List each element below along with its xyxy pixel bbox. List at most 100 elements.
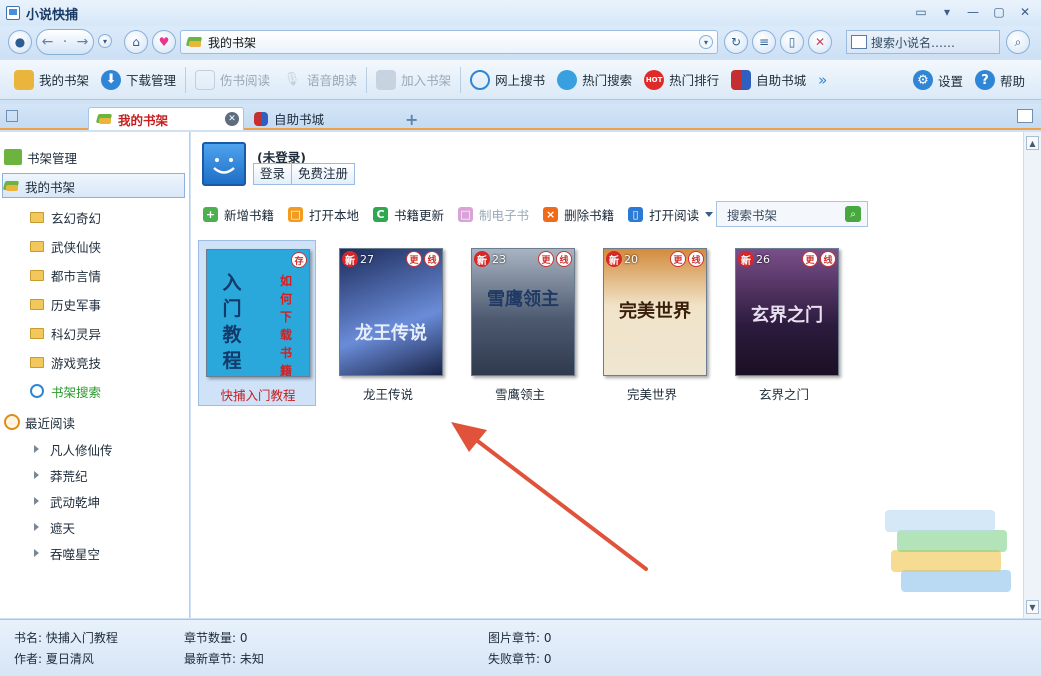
sidebar-label: 游戏竞技 xyxy=(51,355,102,371)
status-value: 夏日清风 xyxy=(45,652,94,666)
make-ebook-button[interactable]: □ 制电子书 xyxy=(458,205,529,224)
help-button[interactable]: ? 帮助 xyxy=(969,65,1031,95)
toolbar-hot-ranking[interactable]: HOT 热门排行 xyxy=(638,65,725,95)
scroll-up-icon[interactable]: ▲ xyxy=(1026,136,1039,150)
history-dropdown-icon[interactable]: ▾ xyxy=(98,34,112,48)
sidebar-label: 我的书架 xyxy=(25,179,76,195)
tab-my-shelf[interactable]: 我的书架 ✕ xyxy=(88,107,244,130)
expand-icon[interactable] xyxy=(34,497,39,505)
open-file-icon: □ xyxy=(288,206,304,222)
novel-search-input[interactable]: 搜索小说名…… xyxy=(871,34,955,51)
cover-char: 门 xyxy=(222,298,242,320)
toolbar-online-search[interactable]: 网上搜书 xyxy=(464,65,551,95)
feedback-icon[interactable]: ▭ xyxy=(913,4,929,20)
back-icon[interactable]: ← xyxy=(42,34,54,50)
sidebar-recent[interactable]: 最近阅读 xyxy=(4,410,75,434)
toolbar-add-to-shelf[interactable]: 加入书架 xyxy=(370,65,457,95)
sidebar-toggle-icon[interactable] xyxy=(6,110,18,122)
close-icon[interactable]: ✕ xyxy=(1017,4,1033,20)
window-layout-icon[interactable] xyxy=(1017,109,1033,123)
novel-search-box[interactable]: 搜索小说名…… xyxy=(846,30,1000,54)
settings-icon: ⚙ xyxy=(912,70,933,90)
recent-book[interactable]: 武动乾坤 xyxy=(34,489,100,513)
user-icon[interactable]: ● xyxy=(8,30,32,54)
vertical-scrollbar[interactable]: ▲ ▼ xyxy=(1023,132,1041,618)
toolbar-hot-search[interactable]: 热门搜索 xyxy=(551,65,638,95)
delete-book-button[interactable]: × 删除书籍 xyxy=(543,205,614,224)
favorite-icon[interactable]: ♥ xyxy=(152,30,176,54)
maximize-icon[interactable]: ▢ xyxy=(991,4,1007,20)
sidebar-shelf-search[interactable]: 书架搜索 xyxy=(30,379,101,403)
sidebar-category[interactable]: 都市言情 xyxy=(30,263,101,287)
book-item[interactable]: 玄界之门 新 26 更线 玄界之门 xyxy=(725,240,843,406)
sidebar-shelf-manage[interactable]: 书架管理 xyxy=(4,145,77,169)
recent-book[interactable]: 莽荒纪 xyxy=(34,463,88,487)
status-value: 0 xyxy=(543,652,552,666)
expand-icon[interactable] xyxy=(34,471,39,479)
sidebar-category[interactable]: 武侠仙侠 xyxy=(30,234,101,258)
home-icon[interactable]: ⌂ xyxy=(124,30,148,54)
search-icon[interactable]: ⌕ xyxy=(1006,30,1030,54)
search-icon[interactable]: ⌕ xyxy=(845,206,861,222)
page-icon[interactable]: ▯ xyxy=(780,30,804,54)
add-book-button[interactable]: + 新增书籍 xyxy=(203,205,274,224)
refresh-icon[interactable]: ↻ xyxy=(724,30,748,54)
toolbar-label: 网上搜书 xyxy=(495,73,546,88)
recent-book[interactable]: 吞噬星空 xyxy=(34,541,100,565)
sidebar-my-shelf[interactable]: 我的书架 xyxy=(4,174,75,198)
address-field[interactable]: 我的书架 ▾ xyxy=(180,30,718,54)
toolbar-right: ⚙ 设置 ? 帮助 xyxy=(907,60,1031,100)
shelf-manage-icon xyxy=(4,149,22,165)
recent-book[interactable]: 凡人修仙传 xyxy=(34,437,113,461)
scroll-down-icon[interactable]: ▼ xyxy=(1026,600,1039,614)
forward-icon[interactable]: → xyxy=(77,34,89,50)
expand-icon[interactable] xyxy=(34,445,39,453)
tab-close-icon[interactable]: ✕ xyxy=(225,112,239,126)
expand-icon[interactable] xyxy=(34,523,39,531)
toolbar-book-reading[interactable]: 伤书阅读 xyxy=(189,65,276,95)
book-item[interactable]: 完美世界 新 20 更线 完美世界 xyxy=(593,240,711,406)
shelf-search-input[interactable]: 搜索书架 ⌕ xyxy=(716,201,868,227)
sidebar-category[interactable]: 游戏竞技 xyxy=(30,350,101,374)
recent-book[interactable]: 遮天 xyxy=(34,515,75,539)
open-local-button[interactable]: □ 打开本地 xyxy=(288,205,359,224)
recent-book-label: 遮天 xyxy=(50,520,76,536)
cover-char: 程 xyxy=(222,350,242,372)
stop-icon[interactable]: ✕ xyxy=(808,30,832,54)
open-reading-button[interactable]: ▯ 打开阅读 xyxy=(628,205,714,224)
skin-icon[interactable]: ▾ xyxy=(939,4,955,20)
book-item[interactable]: 入 门 教 程 如 何 下 载 书 籍 存 快捕入门教程 xyxy=(198,240,316,406)
minimize-icon[interactable]: — xyxy=(965,4,981,20)
add-icon: + xyxy=(203,206,218,222)
avatar[interactable] xyxy=(202,142,246,186)
toolbar-download-manager[interactable]: ⬇ 下载管理 xyxy=(95,65,182,95)
new-label: 新 xyxy=(738,251,754,267)
book-title: 雪鹰领主 xyxy=(494,387,545,402)
list-icon[interactable]: ≡ xyxy=(752,30,776,54)
chevron-down-icon[interactable] xyxy=(705,211,714,217)
expand-icon[interactable] xyxy=(34,549,39,557)
search-engine-icon[interactable] xyxy=(851,35,867,49)
sidebar-category[interactable]: 玄幻奇幻 xyxy=(30,205,101,229)
cover-char: 书 xyxy=(279,346,292,360)
toolbar-my-shelf[interactable]: 我的书架 xyxy=(8,65,95,95)
register-button[interactable]: 免费注册 xyxy=(291,164,354,184)
book-item[interactable]: 雪鹰领主 新 23 更线 雪鹰领主 xyxy=(461,240,579,406)
toolbar-self-service-store[interactable]: 自助书城 xyxy=(725,65,812,95)
address-dropdown-icon[interactable]: ▾ xyxy=(699,35,713,49)
settings-button[interactable]: ⚙ 设置 xyxy=(907,65,969,95)
update-badges: 更线 xyxy=(538,251,572,267)
new-tab-icon[interactable]: + xyxy=(405,110,418,129)
book-cover: 完美世界 新 20 更线 xyxy=(603,248,707,376)
cover-char: 入 xyxy=(222,272,242,294)
update-books-button[interactable]: C 书籍更新 xyxy=(373,205,444,224)
tab-self-service-store[interactable]: 自助书城 xyxy=(246,107,400,130)
toolbar-voice-reading[interactable]: 🎙 语音朗读 xyxy=(276,65,363,95)
login-button[interactable]: 登录 xyxy=(254,164,291,184)
toolbar-label: 热门排行 xyxy=(669,73,720,88)
sidebar-category[interactable]: 历史军事 xyxy=(30,292,101,316)
globe-icon xyxy=(557,69,578,90)
toolbar-more[interactable]: » xyxy=(812,65,833,95)
sidebar-category[interactable]: 科幻灵异 xyxy=(30,321,101,345)
book-item[interactable]: 龙王传说 新 27 更线 龙王传说 xyxy=(329,240,447,406)
